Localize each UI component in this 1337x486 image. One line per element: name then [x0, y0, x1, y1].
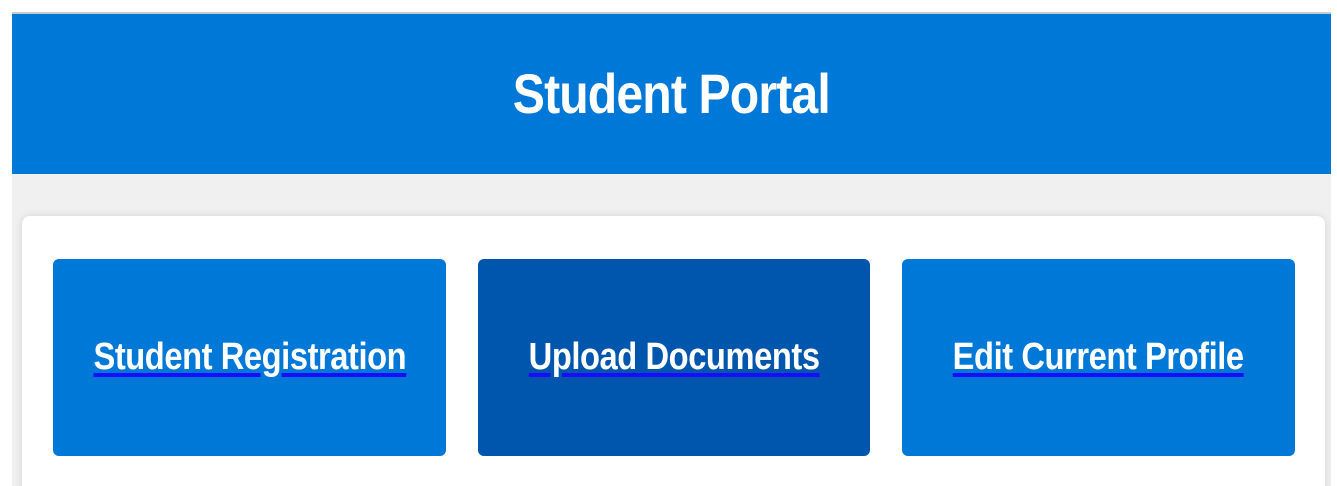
upload-documents-tile[interactable]: Upload Documents — [478, 259, 870, 456]
upload-documents-link[interactable]: Upload Documents — [529, 336, 820, 379]
student-registration-link[interactable]: Student Registration — [93, 336, 406, 379]
student-registration-tile[interactable]: Student Registration — [53, 259, 446, 456]
edit-current-profile-link[interactable]: Edit Current Profile — [953, 336, 1244, 379]
page: Student Portal Student Registration Uplo… — [0, 0, 1337, 486]
portal-header: Student Portal — [12, 14, 1331, 174]
page-title: Student Portal — [512, 62, 831, 125]
edit-current-profile-tile[interactable]: Edit Current Profile — [902, 259, 1295, 456]
